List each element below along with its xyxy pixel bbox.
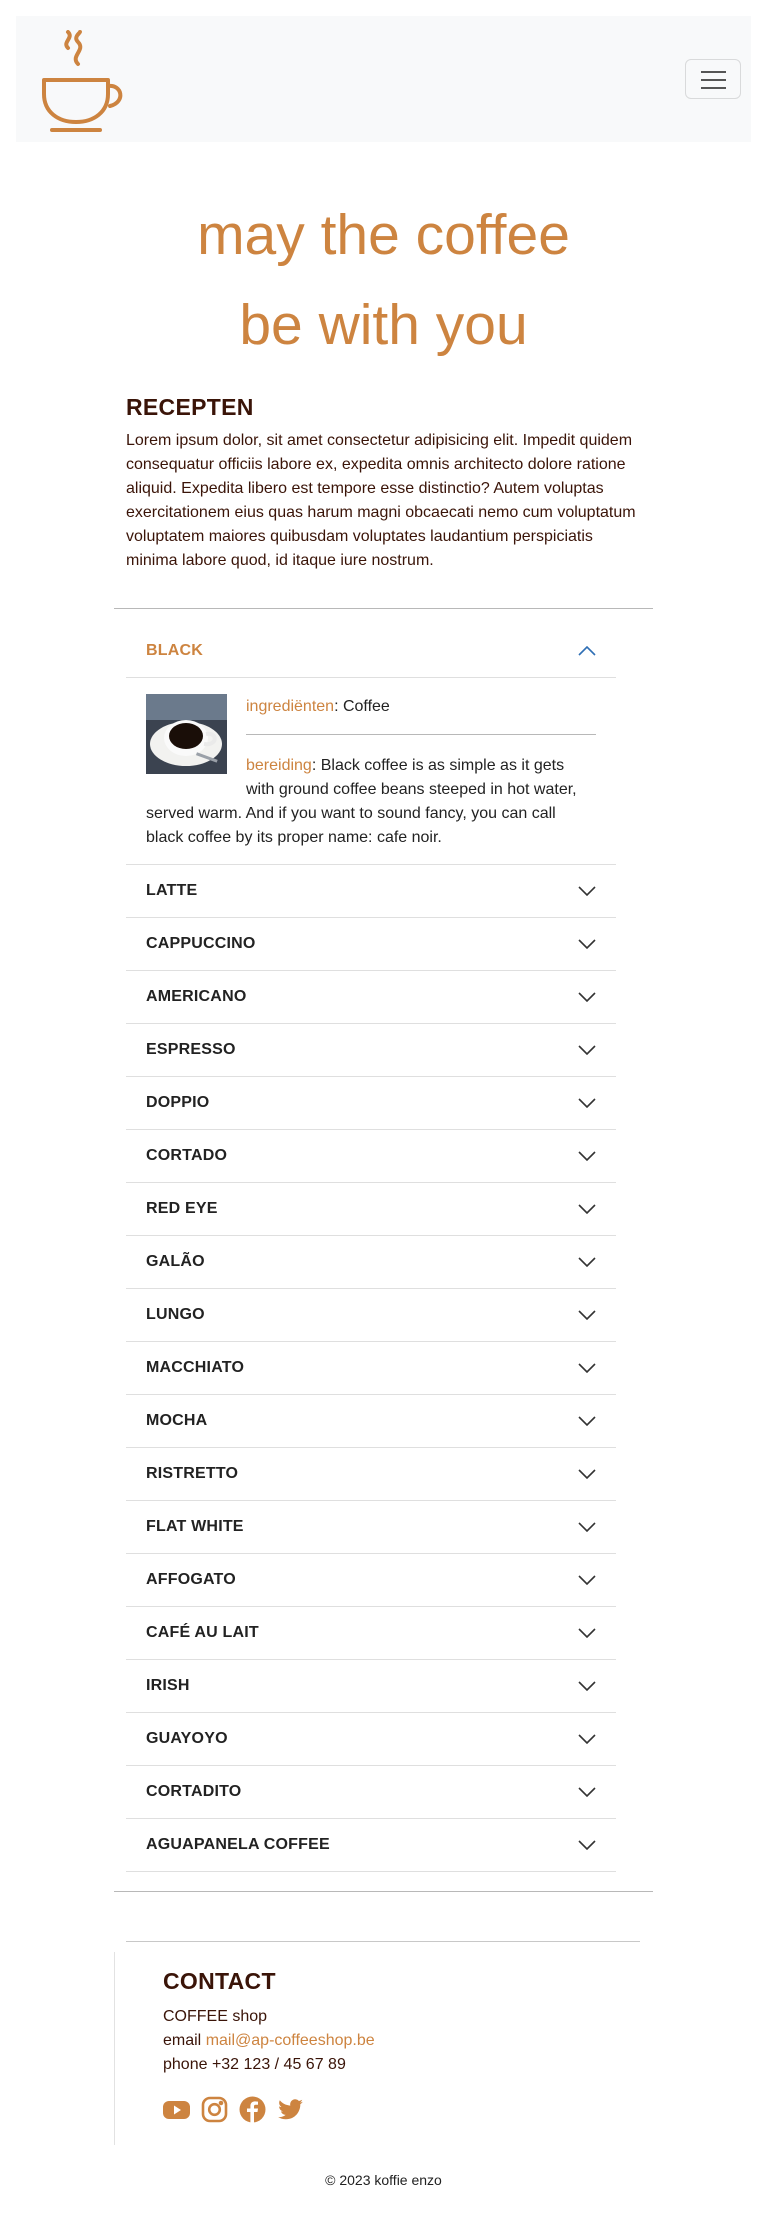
chevron-down-icon (578, 1840, 596, 1850)
accordion-item-title: GUAYOYO (146, 1730, 228, 1747)
chevron-down-icon (578, 1416, 596, 1426)
chevron-up-icon (578, 646, 596, 656)
accordion-item-title: RED EYE (146, 1200, 218, 1217)
accordion-item-title: LATTE (146, 882, 198, 899)
navbar (16, 16, 751, 142)
accordion-item[interactable]: CORTADITO (126, 1766, 616, 1819)
accordion-item[interactable]: AMERICANO (126, 971, 616, 1024)
accordion-item-title: LUNGO (146, 1306, 205, 1323)
accordion-item-title: AGUAPANELA COFFEE (146, 1836, 330, 1853)
phone-line: phone +32 123 / 45 67 89 (163, 2056, 346, 2073)
accordion-item[interactable]: GALÃO (126, 1236, 616, 1289)
chevron-down-icon (578, 1045, 596, 1055)
chevron-down-icon (578, 1204, 596, 1214)
divider (246, 734, 596, 735)
hamburger-icon (701, 87, 726, 89)
ingredients-label: ingrediënten (246, 698, 335, 715)
accordion-item-title: MACCHIATO (146, 1359, 245, 1376)
contact-section: CONTACT COFFEE shop email mail@ap-coffee… (163, 1968, 583, 2123)
shop-name: COFFEE shop (163, 2008, 268, 2025)
accordion-item[interactable]: CAPPUCCINO (126, 918, 616, 971)
accordion-item-title: BLACK (146, 642, 203, 659)
hamburger-icon (701, 79, 726, 81)
accordion-item[interactable]: MOCHA (126, 1395, 616, 1448)
chevron-down-icon (578, 1681, 596, 1691)
twitter-icon[interactable] (277, 2096, 304, 2123)
accordion-item-title: RISTRETTO (146, 1465, 239, 1482)
accordion-item[interactable]: AFFOGATO (126, 1554, 616, 1607)
menu-toggle-button[interactable] (685, 59, 741, 99)
accordion-item[interactable]: DOPPIO (126, 1077, 616, 1130)
accordion-item[interactable]: RED EYE (126, 1183, 616, 1236)
accordion-item[interactable]: CORTADO (126, 1130, 616, 1183)
recipes-accordion: BLACK ingrediënten: Coffee bereiding: Bl… (126, 625, 616, 1872)
chevron-down-icon (578, 992, 596, 1002)
divider (114, 1891, 653, 1892)
accordion-item[interactable]: FLAT WHITE (126, 1501, 616, 1554)
preparation-label: bereiding (246, 757, 312, 774)
accordion-item-title: CAPPUCCINO (146, 935, 256, 952)
accordion-item[interactable]: AGUAPANELA COFFEE (126, 1819, 616, 1872)
ingredients-line: ingrediënten: Coffee (246, 698, 390, 716)
chevron-down-icon (578, 1363, 596, 1373)
youtube-icon[interactable] (163, 2096, 190, 2123)
accordion-items: LATTE CAPPUCCINO AMERICANO ESPRESSO DOPPIO CO… (126, 865, 616, 1872)
coffee-cup-logo-icon[interactable] (38, 30, 130, 134)
chevron-down-icon (578, 1575, 596, 1585)
social-links (163, 2096, 583, 2123)
accordion-item-title: GALÃO (146, 1253, 205, 1270)
accordion-item[interactable]: CAFÉ AU LAIT (126, 1607, 616, 1660)
facebook-icon[interactable] (239, 2096, 266, 2123)
chevron-down-icon (578, 1310, 596, 1320)
chevron-down-icon (578, 886, 596, 896)
hero-line-2: be with you (239, 293, 528, 357)
hamburger-icon (701, 71, 726, 73)
email-label: email (163, 2032, 206, 2049)
chevron-down-icon (578, 939, 596, 949)
chevron-down-icon (578, 1628, 596, 1638)
accordion-item[interactable]: LUNGO (126, 1289, 616, 1342)
hero-heading: may the coffee be with you (0, 190, 767, 370)
accordion-item[interactable]: LATTE (126, 865, 616, 918)
accordion-item-title: DOPPIO (146, 1094, 210, 1111)
recipes-text: Lorem ipsum dolor, sit amet consectetur … (126, 432, 636, 569)
preparation-text: bereiding: Black coffee is as simple as … (146, 754, 596, 850)
ingredients-value: : Coffee (334, 698, 390, 715)
accordion-item-title: MOCHA (146, 1412, 208, 1429)
chevron-down-icon (578, 1522, 596, 1532)
copyright: © 2023 koffie enzo (325, 2172, 442, 2188)
chevron-down-icon (578, 1469, 596, 1479)
accordion-item-title: CORTADO (146, 1147, 228, 1164)
email-link[interactable]: mail@ap-coffeeshop.be (206, 2032, 375, 2049)
chevron-down-icon (578, 1098, 596, 1108)
accordion-item-title: AMERICANO (146, 988, 247, 1005)
accordion-item[interactable]: GUAYOYO (126, 1713, 616, 1766)
accordion-body-black: ingrediënten: Coffee bereiding: Black co… (126, 678, 616, 865)
chevron-down-icon (578, 1257, 596, 1267)
recipes-title: RECEPTEN (126, 394, 254, 420)
contact-title: CONTACT (163, 1968, 276, 1994)
accordion-item-title: CAFÉ AU LAIT (146, 1624, 259, 1641)
accordion-item[interactable]: ESPRESSO (126, 1024, 616, 1077)
accordion-item[interactable]: MACCHIATO (126, 1342, 616, 1395)
accordion-item-title: IRISH (146, 1677, 190, 1694)
divider (114, 1952, 115, 2145)
accordion-item-title: AFFOGATO (146, 1571, 236, 1588)
chevron-down-icon (578, 1151, 596, 1161)
recipes-intro: RECEPTEN Lorem ipsum dolor, sit amet con… (126, 394, 646, 573)
divider (126, 1941, 640, 1942)
accordion-item-title: FLAT WHITE (146, 1518, 244, 1535)
email-line: email mail@ap-coffeeshop.be (163, 2029, 583, 2053)
accordion-item[interactable]: IRISH (126, 1660, 616, 1713)
chevron-down-icon (578, 1787, 596, 1797)
hero-line-1: may the coffee (197, 203, 570, 267)
divider (114, 608, 653, 609)
instagram-icon[interactable] (201, 2096, 228, 2123)
accordion-item-title: CORTADITO (146, 1783, 242, 1800)
accordion-item-black[interactable]: BLACK (126, 625, 616, 678)
accordion-item[interactable]: RISTRETTO (126, 1448, 616, 1501)
chevron-down-icon (578, 1734, 596, 1744)
accordion-item-title: ESPRESSO (146, 1041, 236, 1058)
